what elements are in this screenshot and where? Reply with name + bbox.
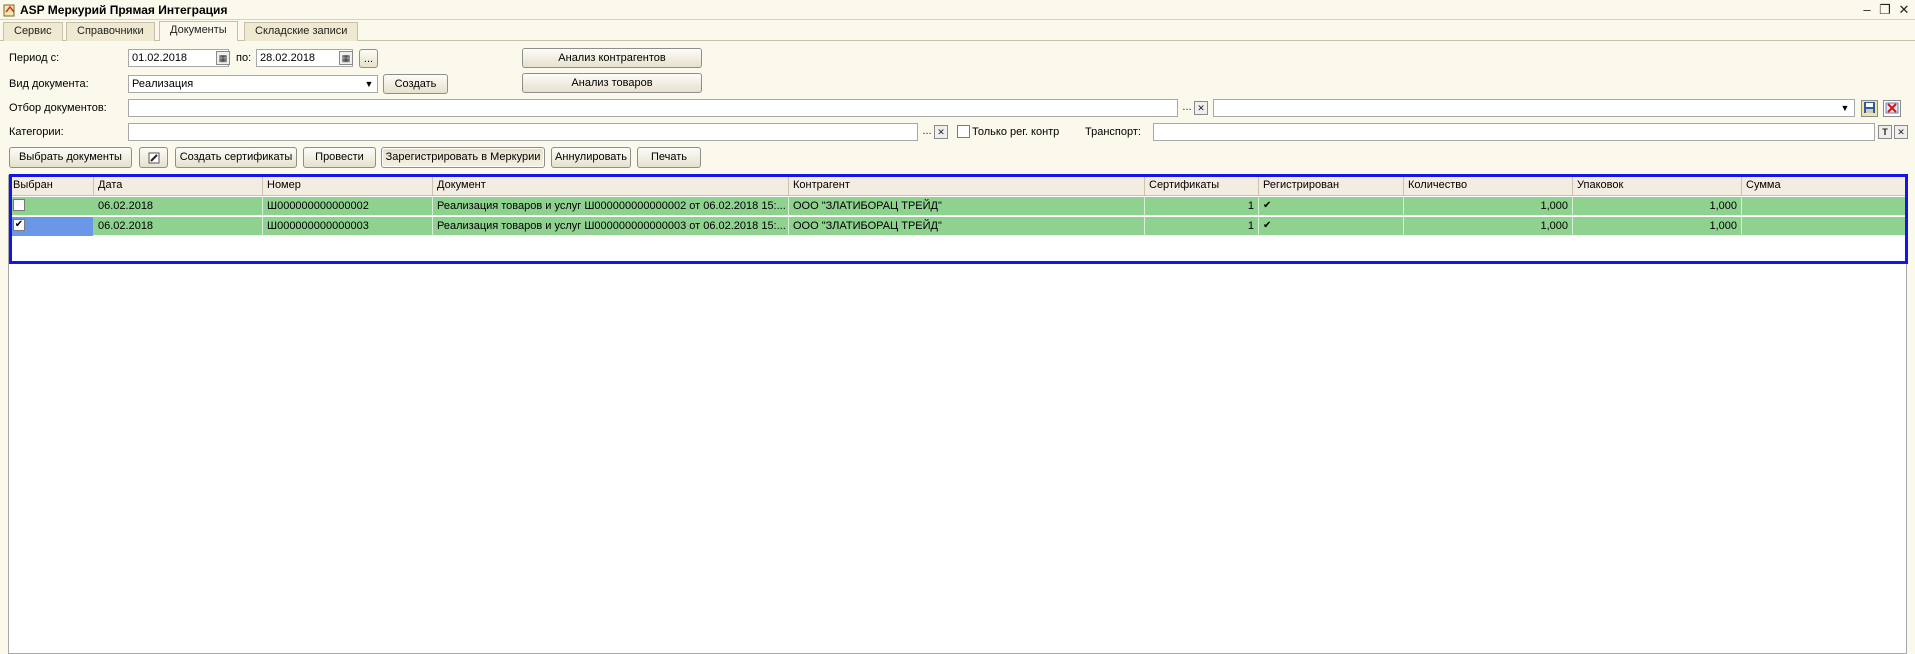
delete-filter-icon[interactable] bbox=[1883, 100, 1901, 117]
app-icon bbox=[3, 4, 15, 17]
create-button[interactable]: Создать bbox=[383, 74, 448, 94]
column-header[interactable]: Номер bbox=[263, 176, 433, 196]
categories-input[interactable] bbox=[128, 123, 918, 141]
documents-table[interactable]: Выбран Дата Номер Документ Контрагент Се… bbox=[8, 175, 1907, 654]
doc-type-select[interactable]: Реализация bbox=[128, 75, 378, 93]
save-icon[interactable] bbox=[1861, 100, 1878, 117]
restore-icon[interactable]: ❐ bbox=[1876, 2, 1894, 18]
column-header[interactable]: Выбран bbox=[9, 176, 94, 196]
table-header: Выбран Дата Номер Документ Контрагент Се… bbox=[9, 176, 1906, 196]
document-cell: Реализация товаров и услуг Ш000000000000… bbox=[433, 217, 789, 236]
clear-icon[interactable]: ✕ bbox=[1194, 101, 1208, 115]
tab-documents[interactable]: Документы bbox=[159, 21, 238, 41]
tab-warehouse-records[interactable]: Складские записи bbox=[244, 22, 359, 41]
annul-button[interactable]: Аннулировать bbox=[551, 147, 631, 168]
document-cell: Реализация товаров и услуг Ш000000000000… bbox=[433, 197, 789, 216]
print-button[interactable]: Печать bbox=[637, 147, 701, 168]
table-row[interactable]: ✔ 06.02.2018 Ш000000000000003 Реализация… bbox=[9, 217, 1906, 236]
registered-check-icon: ✔ bbox=[1259, 217, 1404, 236]
packages-cell: 1,000 bbox=[1573, 217, 1742, 236]
edit-pencil-button[interactable] bbox=[139, 147, 168, 168]
registered-check-icon: ✔ bbox=[1259, 197, 1404, 216]
clear-icon[interactable]: ✕ bbox=[1894, 125, 1908, 139]
contractor-cell: ООО "ЗЛАТИБОРАЦ ТРЕЙД" bbox=[789, 217, 1145, 236]
period-label: Период с: bbox=[9, 52, 60, 64]
tab-directories[interactable]: Справочники bbox=[66, 22, 155, 41]
date-cell: 06.02.2018 bbox=[94, 217, 263, 236]
column-header[interactable]: Регистрирован bbox=[1259, 176, 1404, 196]
tab-strip: Сервис Справочники Документы Складские з… bbox=[0, 21, 1915, 41]
tab-service[interactable]: Сервис bbox=[3, 22, 63, 41]
text-mode-icon[interactable]: T bbox=[1878, 125, 1892, 139]
quantity-cell: 1,000 bbox=[1404, 217, 1573, 236]
clear-icon[interactable]: ✕ bbox=[934, 125, 948, 139]
doc-filter-select[interactable] bbox=[1213, 99, 1855, 117]
contractor-cell: ООО "ЗЛАТИБОРАЦ ТРЕЙД" bbox=[789, 197, 1145, 216]
to-label: по: bbox=[236, 52, 252, 64]
sum-cell bbox=[1742, 197, 1908, 216]
row-select-checkbox[interactable] bbox=[13, 199, 25, 211]
quantity-cell: 1,000 bbox=[1404, 197, 1573, 216]
select-ellipsis-icon[interactable]: ... bbox=[1180, 101, 1194, 115]
column-header[interactable]: Документ bbox=[433, 176, 789, 196]
pencil-icon bbox=[148, 152, 159, 164]
categories-label: Категории: bbox=[9, 126, 64, 138]
calendar-icon[interactable]: ▦ bbox=[216, 51, 230, 65]
doc-filter-input[interactable] bbox=[128, 99, 1178, 117]
date-from-input[interactable]: 01.02.2018 bbox=[128, 49, 229, 67]
column-header[interactable]: Сумма bbox=[1742, 176, 1908, 196]
column-header[interactable]: Сертификаты bbox=[1145, 176, 1259, 196]
date-from-value: 01.02.2018 bbox=[132, 52, 188, 64]
column-header[interactable]: Количество bbox=[1404, 176, 1573, 196]
row-select-checkbox[interactable]: ✔ bbox=[13, 219, 25, 231]
close-icon[interactable]: ✕ bbox=[1895, 2, 1913, 18]
only-reg-label: Только рег. контр bbox=[972, 126, 1060, 138]
column-header[interactable]: Контрагент bbox=[789, 176, 1145, 196]
window-title: ASP Меркурий Прямая Интеграция bbox=[20, 3, 228, 17]
create-certificates-button[interactable]: Создать сертификаты bbox=[175, 147, 297, 168]
select-ellipsis-icon[interactable]: ... bbox=[920, 125, 934, 139]
minimize-icon[interactable]: ‒ bbox=[1858, 2, 1876, 18]
doc-filter-label: Отбор документов: bbox=[9, 102, 107, 114]
select-documents-button[interactable]: Выбрать документы bbox=[9, 147, 132, 168]
date-to-value: 28.02.2018 bbox=[260, 52, 316, 64]
calendar-icon[interactable]: ▦ bbox=[339, 51, 353, 65]
sum-cell bbox=[1742, 217, 1908, 236]
date-cell: 06.02.2018 bbox=[94, 197, 263, 216]
analysis-contractors-button[interactable]: Анализ контрагентов bbox=[522, 48, 702, 68]
doc-type-label: Вид документа: bbox=[9, 78, 89, 90]
certificates-cell: 1 bbox=[1145, 197, 1259, 216]
table-row[interactable]: 06.02.2018 Ш000000000000002 Реализация т… bbox=[9, 197, 1906, 216]
column-header[interactable]: Упаковок bbox=[1573, 176, 1742, 196]
title-bar: ASP Меркурий Прямая Интеграция ‒ ❐ ✕ bbox=[0, 0, 1915, 20]
packages-cell: 1,000 bbox=[1573, 197, 1742, 216]
column-header[interactable]: Дата bbox=[94, 176, 263, 196]
register-mercury-button[interactable]: Зарегистрировать в Меркурии bbox=[381, 147, 545, 168]
transport-label: Транспорт: bbox=[1085, 126, 1141, 138]
post-button[interactable]: Провести bbox=[303, 147, 376, 168]
only-reg-checkbox[interactable] bbox=[957, 125, 970, 138]
dropdown-arrow-icon[interactable]: ▼ bbox=[1838, 101, 1852, 115]
period-select-button[interactable]: ... bbox=[359, 49, 378, 68]
number-cell: Ш000000000000003 bbox=[263, 217, 433, 236]
certificates-cell: 1 bbox=[1145, 217, 1259, 236]
dropdown-arrow-icon[interactable]: ▼ bbox=[362, 77, 376, 91]
number-cell: Ш000000000000002 bbox=[263, 197, 433, 216]
transport-input[interactable] bbox=[1153, 123, 1875, 141]
doc-type-value: Реализация bbox=[132, 78, 194, 90]
analysis-goods-button[interactable]: Анализ товаров bbox=[522, 73, 702, 93]
